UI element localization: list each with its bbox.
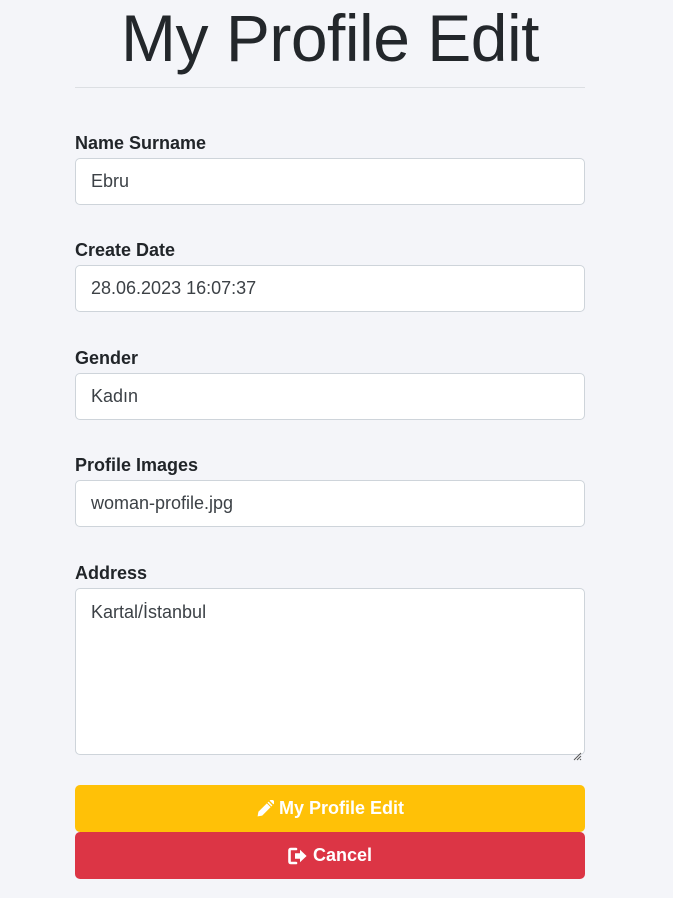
- sign-out-icon: [288, 847, 308, 865]
- gender-label: Gender: [75, 348, 139, 368]
- profile-edit-page: My Profile Edit Name Surname Ebru Create…: [0, 0, 673, 898]
- address-value: Kartal/İstanbul: [91, 602, 207, 622]
- profile-edit-button-label: My Profile Edit: [278, 798, 404, 818]
- profile-images-field[interactable]: woman-profile.jpg: [75, 480, 585, 527]
- cancel-button[interactable]: Cancel: [75, 832, 585, 879]
- page-title: My Profile Edit: [121, 1, 539, 75]
- profile-edit-button[interactable]: My Profile Edit: [75, 785, 585, 832]
- profile-images-label: Profile Images: [75, 455, 199, 475]
- name-field[interactable]: Ebru: [75, 158, 585, 205]
- address-textarea[interactable]: Kartal/İstanbul: [75, 588, 585, 761]
- address-label: Address: [75, 563, 148, 583]
- title-divider: [75, 87, 585, 88]
- name-label: Name Surname: [75, 133, 207, 153]
- cancel-button-label: Cancel: [312, 845, 373, 865]
- create-date-field[interactable]: 28.06.2023 16:07:37: [75, 265, 585, 312]
- create-date-label: Create Date: [75, 240, 176, 260]
- resize-handle-icon[interactable]: [572, 742, 582, 761]
- gender-field[interactable]: Kadın: [75, 373, 585, 420]
- pencil-icon: [256, 799, 274, 818]
